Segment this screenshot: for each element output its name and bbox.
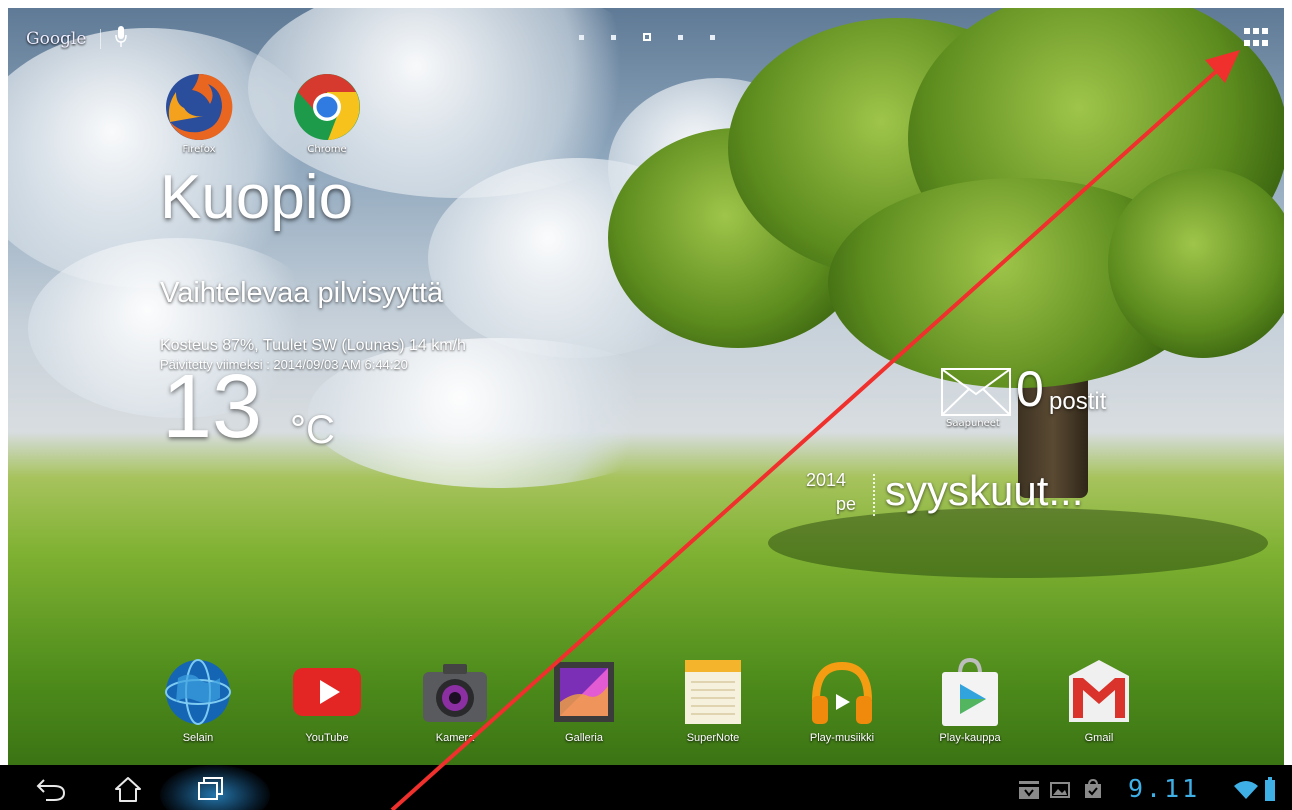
home-icon: [115, 777, 141, 802]
dock-item-selain[interactable]: Selain: [148, 656, 248, 744]
recent-apps-icon: [198, 777, 223, 800]
camera-icon: [423, 664, 487, 722]
chrome-icon: [294, 74, 360, 140]
firefox-shortcut[interactable]: Firefox: [159, 72, 239, 155]
shortcut-label: Chrome: [307, 144, 347, 155]
back-arrow-icon: [36, 779, 66, 801]
page-dot[interactable]: [710, 34, 715, 40]
page-dot-current[interactable]: [643, 33, 651, 41]
dock-label: Play-kauppa: [939, 732, 1001, 744]
dock-item-kamera[interactable]: Kamera: [405, 656, 505, 744]
chrome-shortcut[interactable]: Chrome: [287, 72, 367, 155]
email-count: 0: [1016, 361, 1044, 417]
dock-label: Kamera: [435, 732, 475, 744]
weather-details: Kosteus 87%, Tuulet SW (Lounas) 14 km/h: [160, 337, 466, 354]
calendar-year: 2014: [806, 470, 847, 490]
page-dot[interactable]: [678, 34, 683, 40]
divider: [100, 29, 102, 49]
store-update-icon: [1085, 779, 1101, 798]
firefox-icon: [166, 73, 233, 140]
recent-apps-button[interactable]: [190, 774, 230, 804]
gmail-icon: [1069, 660, 1129, 722]
tablet-home-screen: Google Firefox Chrome Kuopio Vaihtelevaa…: [0, 0, 1292, 810]
weather-temperature: 13: [162, 357, 263, 457]
wifi-icon: [1234, 781, 1258, 799]
dock-item-gmail[interactable]: Gmail: [1049, 656, 1149, 744]
dock-item-play-kauppa[interactable]: Play-kauppa: [920, 656, 1020, 744]
shopping-bag-icon: [942, 657, 998, 726]
gallery-icon: [554, 662, 614, 722]
google-search-bar[interactable]: Google: [26, 26, 128, 52]
clock-time: 9.11: [1128, 774, 1201, 803]
weather-condition: Vaihtelevaa pilvisyyttä: [160, 277, 444, 309]
dock-label: Play-musiikki: [809, 732, 875, 744]
dock-label: Galleria: [565, 732, 603, 744]
page-indicator: [579, 33, 715, 41]
dock-item-supernote[interactable]: SuperNote: [663, 656, 763, 744]
globe-icon: [165, 659, 231, 725]
shortcut-label: Firefox: [182, 144, 216, 155]
image-icon: [1050, 782, 1070, 798]
youtube-icon: [293, 668, 361, 716]
headphones-icon: [812, 661, 872, 724]
notepad-icon: [685, 660, 741, 724]
dock-item-play-musiikki[interactable]: Play-musiikki: [792, 656, 892, 744]
email-word: postit: [1049, 388, 1107, 415]
download-icon: [1019, 781, 1039, 799]
calendar-divider: [873, 474, 877, 516]
page-dot[interactable]: [611, 34, 616, 40]
calendar-weekday: pe: [836, 494, 857, 514]
dock-label: Selain: [182, 732, 214, 744]
home-button[interactable]: [108, 774, 148, 804]
dock-item-galleria[interactable]: Galleria: [534, 656, 634, 744]
envelope-icon: [941, 368, 1011, 416]
dock-label: YouTube: [305, 732, 349, 744]
page-dot[interactable]: [579, 34, 584, 40]
all-apps-button[interactable]: [1244, 28, 1270, 48]
dock-label: Gmail: [1084, 732, 1114, 744]
calendar-month: syyskuut...: [885, 467, 1084, 514]
microphone-icon[interactable]: [115, 26, 128, 52]
back-button[interactable]: [32, 774, 72, 804]
dock-item-youtube[interactable]: YouTube: [277, 656, 377, 744]
grid-icon: [1244, 28, 1250, 34]
email-folder-label: Saapuneet: [946, 418, 1000, 429]
dock-label: SuperNote: [686, 732, 740, 744]
google-logo[interactable]: Google: [26, 29, 86, 49]
battery-icon: [1265, 777, 1275, 801]
weather-unit: °C: [290, 408, 335, 452]
weather-city: Kuopio: [160, 163, 354, 232]
